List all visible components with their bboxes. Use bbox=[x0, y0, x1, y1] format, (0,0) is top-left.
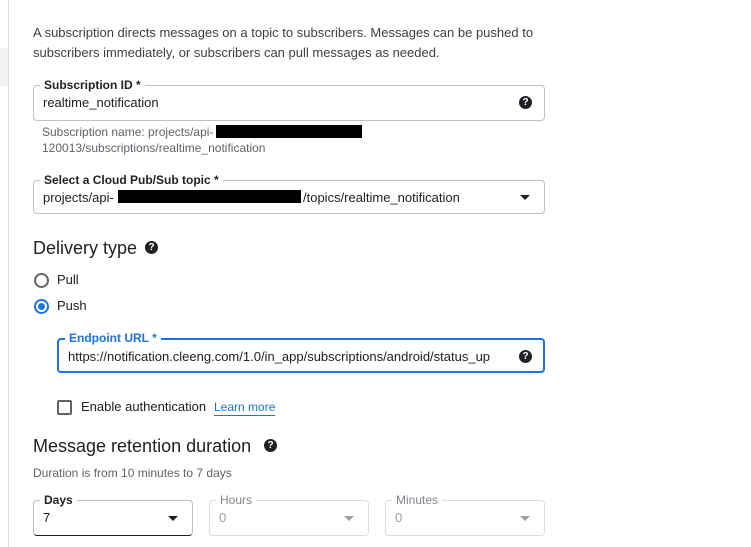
help-icon[interactable]: ? bbox=[519, 96, 532, 109]
delivery-type-title: Delivery type bbox=[33, 238, 138, 258]
pull-radio[interactable] bbox=[34, 273, 49, 288]
endpoint-url-field[interactable]: Endpoint URL * https://notification.clee… bbox=[57, 330, 545, 373]
days-label: Days bbox=[40, 492, 77, 508]
retention-heading: Message retention duration bbox=[33, 435, 251, 457]
endpoint-url-value[interactable]: https://notification.cleeng.com/1.0/in_a… bbox=[68, 348, 503, 366]
minutes-select: Minutes 0 bbox=[385, 492, 545, 536]
intro-line-2: subscribers immediately, or subscribers … bbox=[33, 45, 440, 60]
days-select[interactable]: Days 7 bbox=[33, 492, 193, 536]
learn-more-link[interactable]: Learn more bbox=[214, 400, 276, 416]
chevron-down-icon bbox=[344, 516, 354, 521]
left-panel-tab bbox=[0, 48, 8, 86]
subscription-id-label: Subscription ID * bbox=[40, 77, 145, 93]
retention-hint: Duration is from 10 minutes to 7 days bbox=[33, 466, 232, 480]
intro-description: A subscription directs messages on a top… bbox=[33, 23, 553, 63]
topic-value-prefix: projects/api- bbox=[43, 190, 114, 205]
chevron-down-icon[interactable] bbox=[168, 516, 178, 521]
minutes-label: Minutes bbox=[392, 492, 443, 508]
push-label: Push bbox=[57, 298, 87, 313]
left-panel-divider bbox=[8, 0, 9, 547]
endpoint-url-label: Endpoint URL * bbox=[65, 330, 161, 346]
subscription-id-value[interactable]: realtime_notification bbox=[43, 94, 159, 112]
delivery-type-heading: Delivery type bbox=[33, 237, 137, 259]
subscription-id-field[interactable]: Subscription ID * realtime_notification … bbox=[33, 77, 545, 121]
topic-select-label: Select a Cloud Pub/Sub topic * bbox=[40, 172, 223, 188]
subscription-name-hint-line1: Subscription name: projects/api- bbox=[42, 125, 214, 139]
push-radio[interactable] bbox=[34, 299, 49, 314]
pull-label: Pull bbox=[57, 272, 79, 287]
hours-value: 0 bbox=[219, 510, 227, 525]
chevron-down-icon bbox=[520, 516, 530, 521]
help-icon[interactable]: ? bbox=[264, 439, 277, 452]
topic-value-suffix: /topics/realtime_notification bbox=[303, 190, 460, 205]
hours-select: Hours 0 bbox=[209, 492, 369, 536]
subscription-name-hint-line2: 120013/subscriptions/realtime_notificati… bbox=[42, 141, 266, 155]
chevron-down-icon[interactable] bbox=[520, 195, 530, 200]
minutes-value: 0 bbox=[395, 510, 403, 525]
help-icon[interactable]: ? bbox=[519, 350, 532, 363]
intro-line-1: A subscription directs messages on a top… bbox=[33, 25, 534, 40]
subscription-name-hint: Subscription name: projects/api- bbox=[42, 124, 213, 140]
redacted-block bbox=[118, 190, 301, 203]
redacted-block bbox=[216, 125, 362, 138]
enable-authentication-checkbox[interactable] bbox=[57, 400, 72, 415]
retention-title: Message retention duration bbox=[33, 436, 252, 456]
days-value: 7 bbox=[43, 510, 51, 525]
help-icon[interactable]: ? bbox=[145, 241, 158, 254]
enable-authentication-label: Enable authentication bbox=[81, 399, 207, 414]
hours-label: Hours bbox=[216, 492, 257, 508]
